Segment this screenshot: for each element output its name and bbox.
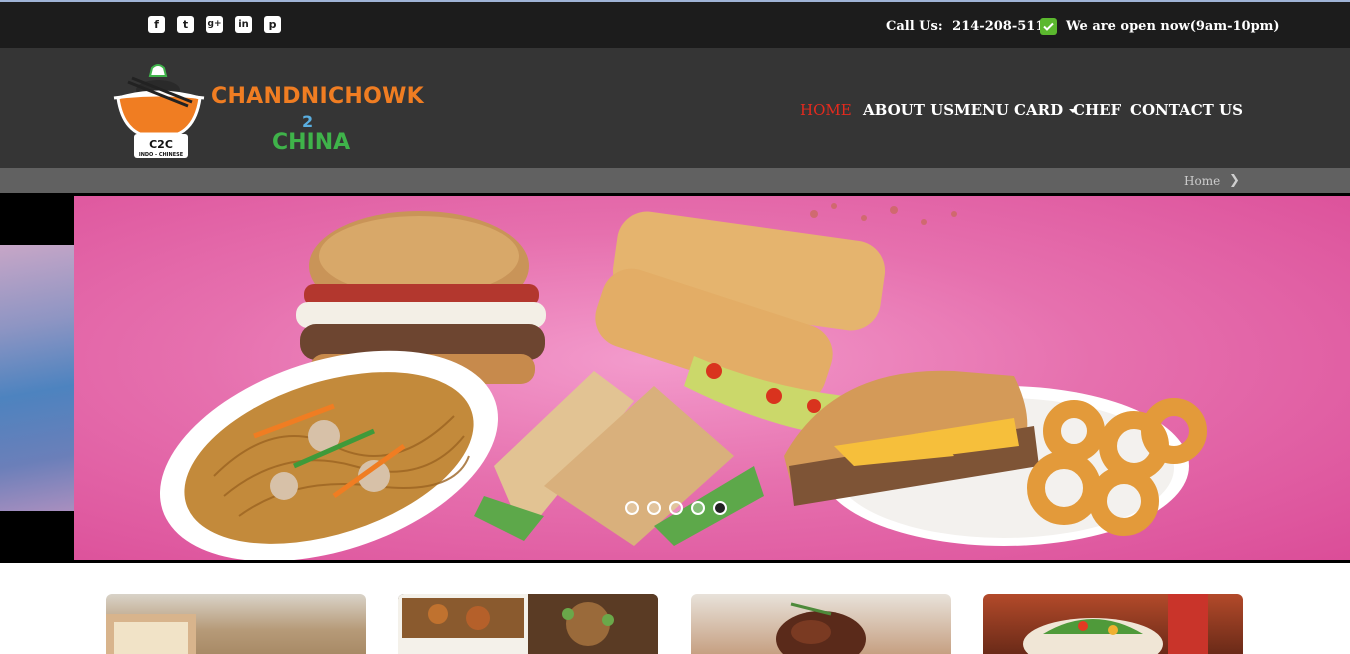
main-nav: HOME ABOUT US MENU CARD CHEF CONTACT US [0, 101, 1350, 121]
open-status-text: We are open now(9am-10pm) [1066, 19, 1280, 34]
featured-dish-card[interactable] [106, 594, 366, 654]
phone-number[interactable]: 214-208-5114 [952, 19, 1053, 34]
check-icon [1040, 18, 1057, 35]
slider-dot-5[interactable] [713, 501, 727, 515]
stir-fry-image [398, 594, 658, 654]
bread-image [106, 614, 196, 654]
linkedin-icon[interactable]: in [235, 16, 252, 33]
pinterest-icon[interactable]: p [264, 16, 281, 33]
breadcrumb: Home ❯ [0, 168, 1350, 193]
featured-dishes [0, 594, 1350, 654]
svg-text:C2C: C2C [149, 138, 173, 151]
featured-dish-card[interactable] [691, 594, 951, 654]
open-status: We are open now(9am-10pm) [1040, 18, 1280, 35]
featured-dish-card[interactable] [398, 594, 658, 654]
twitter-icon[interactable]: t [177, 16, 194, 33]
featured-dish-card[interactable] [983, 594, 1243, 654]
breadcrumb-home[interactable]: Home [1184, 174, 1220, 188]
call-label: Call Us: [886, 19, 943, 34]
nav-item-contact-us[interactable]: CONTACT US [1130, 101, 1243, 119]
svg-text:INDO - CHINESE: INDO - CHINESE [139, 152, 184, 158]
call-us: Call Us: 214-208-5114 [886, 19, 1053, 34]
site-header: C2C INDO - CHINESE CHANDNICHOWK 2 CHINA … [0, 48, 1350, 168]
glazed-meat-image [776, 602, 866, 654]
slider-dot-1[interactable] [625, 501, 639, 515]
facebook-icon[interactable]: f [148, 16, 165, 33]
slider-dot-4[interactable] [691, 501, 705, 515]
nav-item-chef[interactable]: CHEF [1073, 101, 1121, 119]
nav-item-menu-card[interactable]: MENU CARD [954, 101, 1078, 119]
previous-slide-peek[interactable] [0, 245, 74, 511]
salad-image [1023, 594, 1208, 654]
nav-item-home[interactable]: HOME [800, 101, 852, 119]
nav-item-menu-card-label: MENU CARD [954, 101, 1064, 119]
brand-name-line3: CHINA [272, 130, 351, 155]
nav-item-about-us[interactable]: ABOUT US [863, 101, 954, 119]
social-links: f t g+ in p [148, 16, 281, 33]
slider-dot-3[interactable] [669, 501, 683, 515]
slider-dot-2[interactable] [647, 501, 661, 515]
slider-pagination [625, 501, 727, 515]
top-bar: f t g+ in p Call Us: 214-208-5114 We are… [0, 0, 1350, 48]
google-plus-icon[interactable]: g+ [206, 16, 223, 33]
chevron-right-icon: ❯ [1229, 173, 1240, 188]
